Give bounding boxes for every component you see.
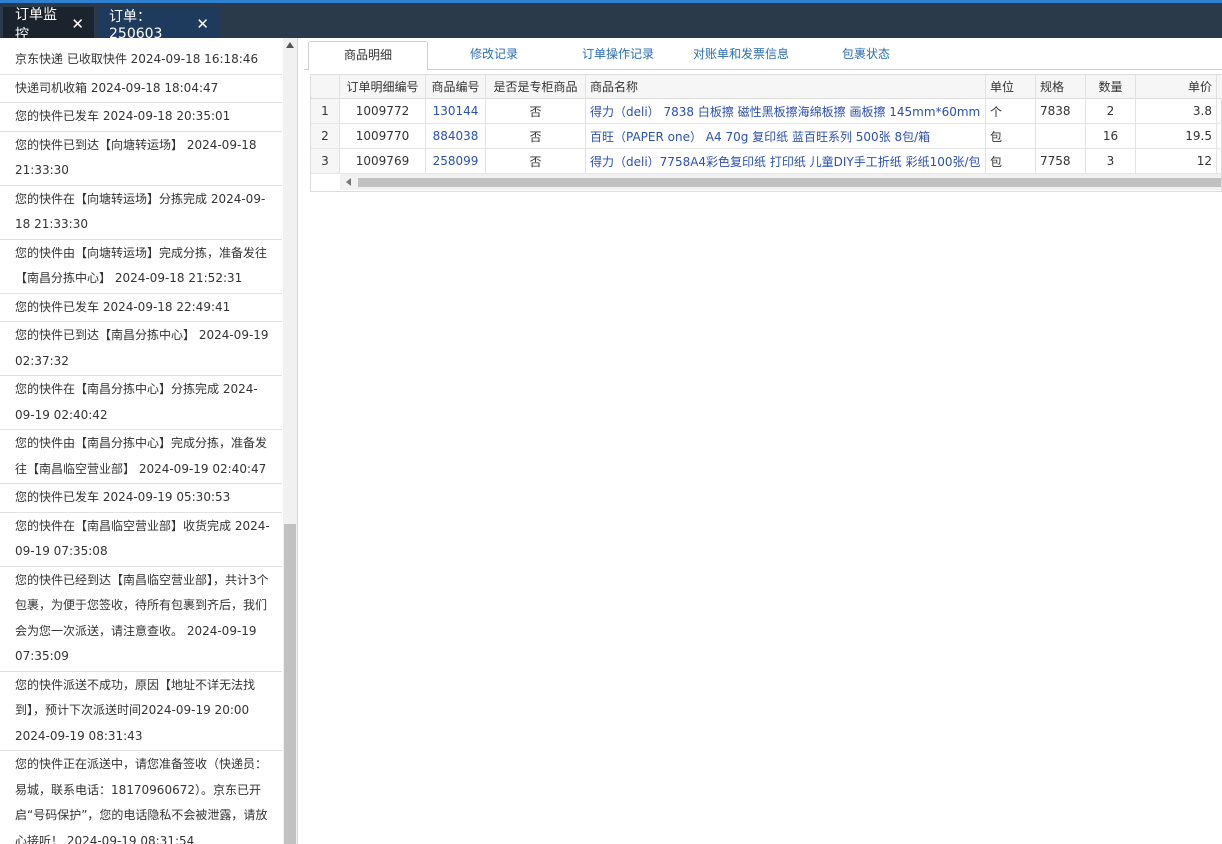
tracking-item: 快递司机收箱 2024-09-18 18:04:47 [0, 75, 282, 103]
tracking-item: 您的快件已经到达【南昌临空营业部】，共计3个包裹，为便于您签收，待所有包裹到齐后… [0, 567, 282, 672]
cell-row-number: 3 [311, 149, 340, 173]
cell-spec: 7758 [1036, 149, 1086, 173]
tracking-item: 您的快件正在派送中，请您准备签收（快递员：易城，联系电话：18170960672… [0, 751, 282, 844]
tab-order-operation-log[interactable]: 订单操作记录 [558, 41, 678, 70]
cell-product-code[interactable]: 130144 [426, 99, 486, 123]
cell-product-code[interactable]: 884038 [426, 124, 486, 148]
tab-product-details[interactable]: 商品明细 [308, 41, 428, 71]
cell-product-name[interactable]: 得力（deli） 7838 白板擦 磁性黑板擦海绵板擦 画板擦 145mm*60… [586, 99, 986, 123]
table-row[interactable]: 2 1009770 884038 否百旺（PAPER one） A4 70g 复印纸 … [311, 124, 1222, 149]
cell-detail-id: 1009769 [340, 149, 426, 173]
tab-order-detail[interactable]: 订单：250603 ✕ [97, 7, 219, 42]
cell-unit: 个 [986, 99, 1036, 123]
tracking-item: 您的快件已到达【南昌分拣中心】 2024-09-19 02:37:32 [0, 322, 282, 376]
tracking-item: 京东快递 已收取快件 2024-09-18 16:18:46 [0, 46, 282, 75]
tracking-item: 您的快件已发车 2024-09-19 05:30:53 [0, 484, 282, 513]
scrollbar-thumb[interactable] [358, 178, 1221, 187]
product-grid: 订单明细编号 商品编号 是否是专柜商品 商品名称 单位 规格 数量 单价 1 10… [310, 74, 1222, 192]
top-tab-bar: 订单监控 ✕ 订单：250603 ✕ [0, 0, 1222, 43]
tracking-item: 您的快件由【向塘转运场】完成分拣，准备发往【南昌分拣中心】 2024-09-18… [0, 240, 282, 294]
cell-unit: 包 [986, 124, 1036, 148]
close-icon[interactable]: ✕ [196, 15, 209, 33]
cell-product-name[interactable]: 百旺（PAPER one） A4 70g 复印纸 蓝百旺系列 500张 8包/箱 [586, 124, 986, 148]
header-product-name[interactable]: 商品名称 [586, 75, 986, 98]
horizontal-scrollbar[interactable] [340, 174, 1221, 190]
tab-package-status[interactable]: 包裹状态 [806, 41, 926, 70]
close-icon[interactable]: ✕ [71, 15, 84, 33]
header-spec[interactable]: 规格 [1036, 75, 1086, 98]
scroll-left-arrow-icon[interactable] [346, 178, 351, 186]
tab-order-monitor[interactable]: 订单监控 ✕ [3, 7, 94, 43]
cell-unit: 包 [986, 149, 1036, 173]
cell-quantity: 2 [1086, 99, 1136, 123]
tracking-item: 您的快件在【南昌临空营业部】收货完成 2024-09-19 07:35:08 [0, 513, 282, 567]
table-row[interactable]: 1 1009772 130144 否得力（deli） 7838 白板擦 磁性黑板擦海绵… [311, 99, 1222, 124]
cell-unit-price: 12 [1136, 149, 1217, 173]
cell-unit-price: 19.5 [1136, 124, 1217, 148]
cell-quantity: 16 [1086, 124, 1136, 148]
table-row[interactable]: 3 1009769 258099 否得力（deli）7758A4彩色复印纸 打印纸 儿… [311, 149, 1222, 174]
scrollbar-thumb[interactable] [284, 524, 296, 844]
tab-modify-log[interactable]: 修改记录 [434, 41, 554, 70]
cell-detail-id: 1009770 [340, 124, 426, 148]
tracking-list: 京东快递 已收取快件 2024-09-18 16:18:46 快递司机收箱 202… [0, 46, 282, 844]
header-quantity[interactable]: 数量 [1086, 75, 1136, 98]
cell-row-number: 2 [311, 124, 340, 148]
tab-label: 订单：250603 [109, 9, 163, 42]
tracking-item: 您的快件由【南昌分拣中心】完成分拣，准备发往【南昌临空营业部】 2024-09-… [0, 430, 282, 484]
tracking-item: 您的快件已发车 2024-09-18 22:49:41 [0, 294, 282, 322]
cell-spec: 7838 [1036, 99, 1086, 123]
cell-unit-price: 3.8 [1136, 99, 1217, 123]
tab-statement-invoice[interactable]: 对账单和发票信息 [680, 41, 802, 70]
tracking-item: 您的快件已发车 2024-09-18 20:35:01 [0, 103, 282, 132]
cell-spec [1036, 124, 1086, 148]
cell-product-code[interactable]: 258099 [426, 149, 486, 173]
header-detail-id[interactable]: 订单明细编号 [340, 75, 426, 98]
cell-row-number: 1 [311, 99, 340, 123]
vertical-scrollbar[interactable] [283, 38, 297, 844]
tracking-panel: 京东快递 已收取快件 2024-09-18 16:18:46 快递司机收箱 202… [0, 38, 298, 844]
cell-is-counter: 否 [486, 99, 586, 123]
tracking-item: 您的快件在【南昌分拣中心】分拣完成 2024-09-19 02:40:42 [0, 376, 282, 430]
header-unit[interactable]: 单位 [986, 75, 1036, 98]
scroll-up-arrow-icon[interactable] [286, 42, 294, 48]
tracking-item: 您的快件已到达【向塘转运场】 2024-09-18 21:33:30 [0, 132, 282, 186]
cell-detail-id: 1009772 [340, 99, 426, 123]
cell-is-counter: 否 [486, 124, 586, 148]
cell-quantity: 3 [1086, 149, 1136, 173]
header-unit-price[interactable]: 单价 [1136, 75, 1217, 98]
header-product-code[interactable]: 商品编号 [426, 75, 486, 98]
main-panel: 商品明细 修改记录 订单操作记录 对账单和发票信息 包裹状态 订单明细编号 商品… [304, 38, 1222, 844]
header-row-number [311, 75, 340, 98]
cell-product-name[interactable]: 得力（deli）7758A4彩色复印纸 打印纸 儿童DIY手工折纸 彩纸100张… [586, 149, 986, 173]
header-is-counter[interactable]: 是否是专柜商品 [486, 75, 586, 98]
tracking-item: 您的快件在【向塘转运场】分拣完成 2024-09-18 21:33:30 [0, 186, 282, 240]
cell-is-counter: 否 [486, 149, 586, 173]
grid-header-row: 订单明细编号 商品编号 是否是专柜商品 商品名称 单位 规格 数量 单价 [311, 75, 1222, 99]
detail-tabs: 商品明细 修改记录 订单操作记录 对账单和发票信息 包裹状态 [304, 38, 1222, 71]
tracking-item: 您的快件派送不成功，原因【地址不详无法找到】，预计下次派送时间2024-09-1… [0, 672, 282, 751]
